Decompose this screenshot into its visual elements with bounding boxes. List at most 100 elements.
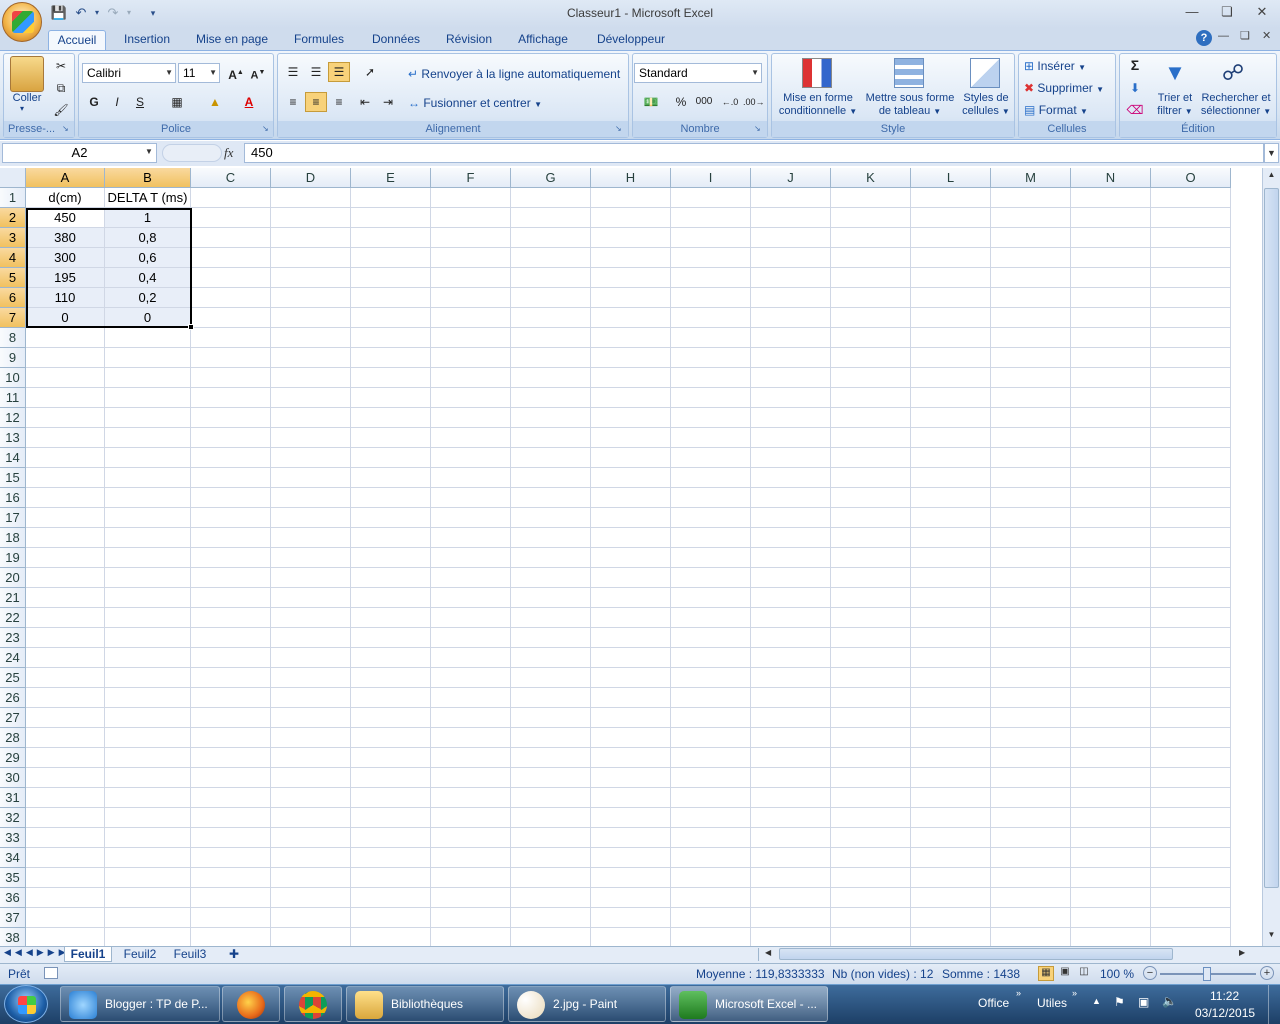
cell-n31[interactable] [1071, 788, 1151, 808]
cell-f15[interactable] [431, 468, 511, 488]
cell-o7[interactable] [1151, 308, 1231, 328]
cell-j15[interactable] [751, 468, 831, 488]
cell-h32[interactable] [591, 808, 671, 828]
cell-k19[interactable] [831, 548, 911, 568]
cell-a30[interactable] [26, 768, 105, 788]
column-header-l[interactable]: L [911, 168, 991, 188]
cell-j25[interactable] [751, 668, 831, 688]
cell-l21[interactable] [911, 588, 991, 608]
clipboard-launcher-icon[interactable]: ↘ [62, 124, 69, 133]
cell-b32[interactable] [105, 808, 191, 828]
cell-m16[interactable] [991, 488, 1071, 508]
cell-h35[interactable] [591, 868, 671, 888]
cell-e13[interactable] [351, 428, 431, 448]
number-launcher-icon[interactable]: ↘ [754, 124, 761, 133]
cell-g1[interactable] [511, 188, 591, 208]
cell-o32[interactable] [1151, 808, 1231, 828]
cell-k18[interactable] [831, 528, 911, 548]
cell-n19[interactable] [1071, 548, 1151, 568]
cell-n29[interactable] [1071, 748, 1151, 768]
cell-h11[interactable] [591, 388, 671, 408]
cell-h24[interactable] [591, 648, 671, 668]
format-as-table-button[interactable]: Mettre sous forme de tableau ▼ [862, 92, 958, 118]
show-desktop-button[interactable] [1268, 985, 1280, 1024]
cell-m13[interactable] [991, 428, 1071, 448]
cell-e10[interactable] [351, 368, 431, 388]
cell-a33[interactable] [26, 828, 105, 848]
cell-j31[interactable] [751, 788, 831, 808]
cell-o34[interactable] [1151, 848, 1231, 868]
cell-h30[interactable] [591, 768, 671, 788]
row-header-5[interactable]: 5 [0, 268, 26, 288]
cell-l23[interactable] [911, 628, 991, 648]
thousands-button[interactable]: 000 [693, 92, 715, 112]
cell-styles-button[interactable]: Styles de cellules ▼ [958, 92, 1014, 118]
cell-a27[interactable] [26, 708, 105, 728]
name-box[interactable]: A2 [2, 143, 157, 163]
cell-g29[interactable] [511, 748, 591, 768]
cell-b26[interactable] [105, 688, 191, 708]
cell-m23[interactable] [991, 628, 1071, 648]
sheet-tab-feuil2[interactable]: Feuil2 [118, 947, 162, 962]
cell-b36[interactable] [105, 888, 191, 908]
cell-j32[interactable] [751, 808, 831, 828]
cell-m27[interactable] [991, 708, 1071, 728]
cell-j1[interactable] [751, 188, 831, 208]
normal-view-icon[interactable]: ▦ [1038, 966, 1054, 981]
cell-b27[interactable] [105, 708, 191, 728]
cell-k6[interactable] [831, 288, 911, 308]
cell-d2[interactable] [271, 208, 351, 228]
cell-h16[interactable] [591, 488, 671, 508]
scroll-down-icon[interactable]: ▼ [1264, 930, 1279, 944]
cell-a11[interactable] [26, 388, 105, 408]
orientation-icon[interactable]: ➚ [356, 62, 384, 82]
cell-n32[interactable] [1071, 808, 1151, 828]
cell-l4[interactable] [911, 248, 991, 268]
cell-g22[interactable] [511, 608, 591, 628]
cell-i33[interactable] [671, 828, 751, 848]
cell-b23[interactable] [105, 628, 191, 648]
cell-g12[interactable] [511, 408, 591, 428]
cell-d12[interactable] [271, 408, 351, 428]
paste-dropdown-icon[interactable]: ▾ [20, 104, 24, 113]
cell-l2[interactable] [911, 208, 991, 228]
scroll-left-icon[interactable]: ◀ [765, 948, 771, 957]
row-header-11[interactable]: 11 [0, 388, 26, 408]
cell-b13[interactable] [105, 428, 191, 448]
cell-k33[interactable] [831, 828, 911, 848]
cell-l5[interactable] [911, 268, 991, 288]
clock-time[interactable]: 11:22 [1210, 989, 1239, 1003]
toolbar-utiles-chevron-icon[interactable]: » [1072, 988, 1077, 998]
cell-j27[interactable] [751, 708, 831, 728]
cell-i17[interactable] [671, 508, 751, 528]
cell-k31[interactable] [831, 788, 911, 808]
cell-a17[interactable] [26, 508, 105, 528]
cell-i38[interactable] [671, 928, 751, 946]
cell-n5[interactable] [1071, 268, 1151, 288]
cell-h6[interactable] [591, 288, 671, 308]
cell-m18[interactable] [991, 528, 1071, 548]
cell-m28[interactable] [991, 728, 1071, 748]
row-header-29[interactable]: 29 [0, 748, 26, 768]
cell-n17[interactable] [1071, 508, 1151, 528]
cell-h22[interactable] [591, 608, 671, 628]
cell-l22[interactable] [911, 608, 991, 628]
cell-b22[interactable] [105, 608, 191, 628]
taskbar-item-excel[interactable]: Microsoft Excel - ... [670, 986, 828, 1022]
cell-k4[interactable] [831, 248, 911, 268]
cell-h17[interactable] [591, 508, 671, 528]
cell-b3[interactable]: 0,8 [105, 228, 191, 248]
cell-l11[interactable] [911, 388, 991, 408]
cell-j19[interactable] [751, 548, 831, 568]
cell-h34[interactable] [591, 848, 671, 868]
cell-k30[interactable] [831, 768, 911, 788]
cell-l32[interactable] [911, 808, 991, 828]
cell-l17[interactable] [911, 508, 991, 528]
shrink-font-icon[interactable]: A▼ [247, 63, 269, 83]
cell-c10[interactable] [191, 368, 271, 388]
cell-g38[interactable] [511, 928, 591, 946]
cell-l29[interactable] [911, 748, 991, 768]
cell-d6[interactable] [271, 288, 351, 308]
row-header-25[interactable]: 25 [0, 668, 26, 688]
cell-i19[interactable] [671, 548, 751, 568]
